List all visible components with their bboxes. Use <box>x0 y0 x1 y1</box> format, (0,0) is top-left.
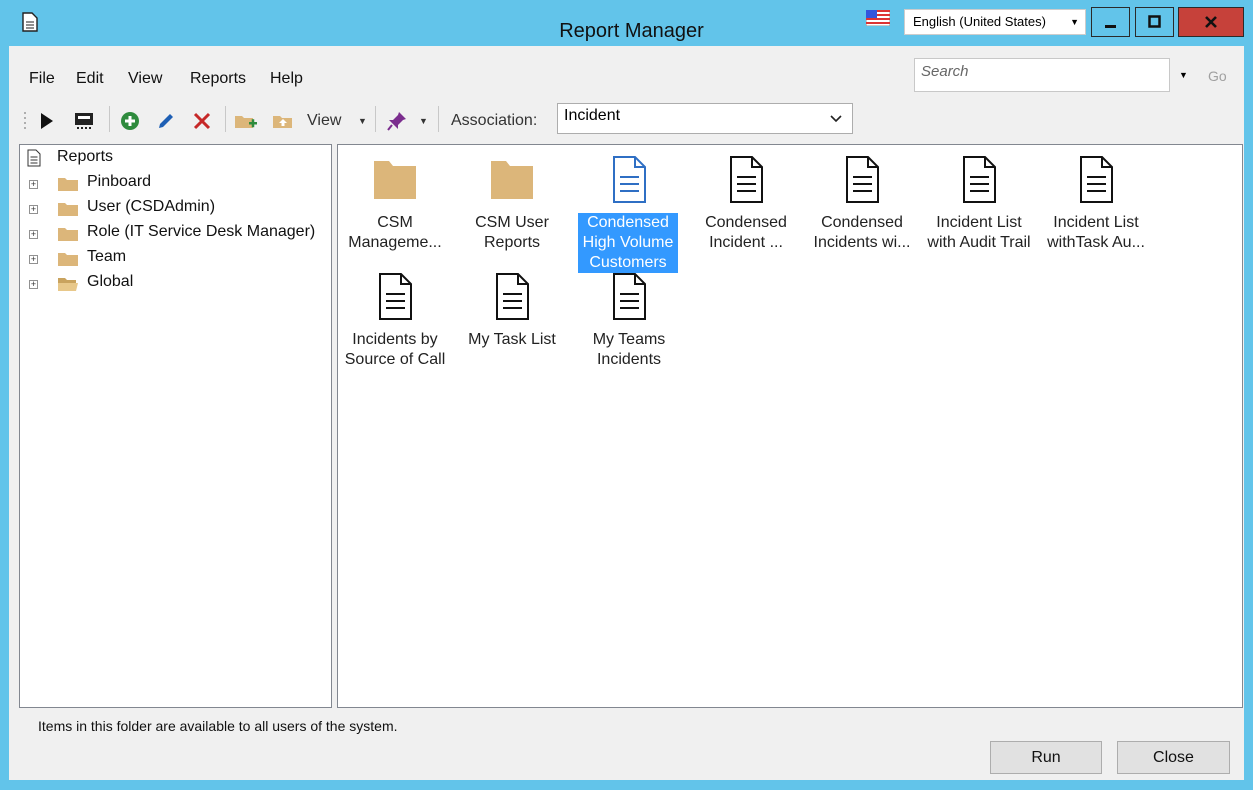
expand-icon[interactable]: + <box>29 205 38 214</box>
view-dropdown-icon[interactable]: ▼ <box>358 116 367 126</box>
menu-file[interactable]: File <box>29 70 55 88</box>
menu-help[interactable]: Help <box>270 70 303 88</box>
toolbar-grip-icon <box>24 112 26 129</box>
expand-icon[interactable]: + <box>29 180 38 189</box>
report-document-icon <box>846 156 879 203</box>
close-icon <box>1205 16 1217 28</box>
go-button[interactable]: Go <box>1208 68 1227 84</box>
menu-edit[interactable]: Edit <box>76 70 104 88</box>
folder-tree: Reports + Pinboard + User (CSDAdmin) + R… <box>19 144 332 708</box>
status-text: Items in this folder are available to al… <box>38 718 398 734</box>
item-label: My Task List <box>468 331 556 348</box>
run-on-dashboard-icon[interactable] <box>73 110 95 132</box>
open-folder-icon <box>58 278 78 291</box>
close-window-button[interactable] <box>1178 7 1244 37</box>
search-input[interactable]: Search <box>914 58 1170 92</box>
report-document-icon <box>613 156 646 203</box>
tree-item-label: Global <box>87 273 134 290</box>
minimize-icon <box>1105 25 1116 28</box>
edit-icon[interactable] <box>155 110 177 132</box>
folder-icon <box>491 161 533 199</box>
search-dropdown-icon[interactable]: ▼ <box>1179 70 1188 80</box>
client-area: File Edit View Reports Help Search ▼ Go <box>9 46 1244 780</box>
tree-item-global[interactable]: + Global <box>20 272 331 296</box>
item-label: Incidents by Source of Call <box>344 331 446 368</box>
tree-item-user[interactable]: + User (CSDAdmin) <box>20 197 331 221</box>
tree-root-label: Reports <box>57 148 114 165</box>
item-label: CSM Manageme... <box>348 214 442 251</box>
document-icon <box>27 149 41 167</box>
association-combobox[interactable]: Incident <box>557 103 853 134</box>
run-button[interactable]: Run <box>990 741 1102 774</box>
tree-item-pinboard[interactable]: + Pinboard <box>20 172 331 196</box>
item-label: Condensed Incidents wi... <box>813 214 911 251</box>
report-document-icon <box>963 156 996 203</box>
expand-icon[interactable]: + <box>29 280 38 289</box>
maximize-icon <box>1148 15 1161 28</box>
language-value: English (United States) <box>913 14 1046 29</box>
run-icon[interactable] <box>39 111 55 131</box>
expand-icon[interactable]: + <box>29 230 38 239</box>
tree-item-label: Team <box>87 248 127 265</box>
item-label: Incident List with Audit Trail <box>927 214 1031 251</box>
new-folder-icon[interactable] <box>233 110 259 132</box>
tree-item-label: Role (IT Service Desk Manager) <box>87 223 316 240</box>
toolbar-separator <box>375 106 376 132</box>
item-label: Incident List withTask Au... <box>1047 214 1145 251</box>
minimize-button[interactable] <box>1091 7 1130 37</box>
folder-icon <box>58 178 78 191</box>
title-bar: Report Manager English (United States) ▼ <box>0 0 1253 46</box>
report-document-icon <box>613 273 646 320</box>
close-button[interactable]: Close <box>1117 741 1230 774</box>
association-value: Incident <box>564 107 621 124</box>
maximize-button[interactable] <box>1135 7 1174 37</box>
report-manager-window: Report Manager English (United States) ▼… <box>0 0 1253 790</box>
toolbar-separator <box>225 106 226 132</box>
tree-item-role[interactable]: + Role (IT Service Desk Manager) <box>20 222 331 246</box>
up-folder-icon[interactable] <box>271 110 295 132</box>
item-label: Condensed Incident ... <box>705 214 787 251</box>
chevron-down-icon <box>830 115 842 123</box>
add-icon[interactable] <box>119 110 141 132</box>
menu-reports[interactable]: Reports <box>190 70 246 88</box>
view-menu-button[interactable]: View <box>307 112 341 130</box>
report-document-icon <box>379 273 412 320</box>
tree-item-team[interactable]: + Team <box>20 247 331 271</box>
us-flag-icon[interactable] <box>866 10 890 26</box>
delete-icon[interactable] <box>191 110 213 132</box>
pin-icon[interactable] <box>386 110 408 132</box>
dropdown-arrow-icon: ▼ <box>1070 17 1079 27</box>
item-label: CSM User Reports <box>475 214 549 251</box>
toolbar-separator <box>438 106 439 132</box>
item-label: My Teams Incidents <box>592 331 666 368</box>
items-view: CSM Manageme... CSM User Reports Condensed… <box>337 144 1243 708</box>
pin-dropdown-icon[interactable]: ▼ <box>419 116 428 126</box>
folder-icon <box>58 228 78 241</box>
expand-icon[interactable]: + <box>29 255 38 264</box>
folder-icon <box>58 253 78 266</box>
folder-icon <box>58 203 78 216</box>
tree-item-label: User (CSDAdmin) <box>87 198 216 215</box>
tree-item-label: Pinboard <box>87 173 152 190</box>
association-label: Association: <box>451 112 538 129</box>
folder-icon <box>374 161 416 199</box>
report-document-icon <box>730 156 763 203</box>
language-dropdown[interactable]: English (United States) ▼ <box>904 9 1086 35</box>
report-document-icon <box>1080 156 1113 203</box>
tree-root-reports[interactable]: Reports <box>20 147 331 171</box>
item-label-selected: Condensed High Volume Customers <box>578 213 678 273</box>
report-document-icon <box>496 273 529 320</box>
menu-view[interactable]: View <box>128 70 162 88</box>
toolbar-separator <box>109 106 110 132</box>
